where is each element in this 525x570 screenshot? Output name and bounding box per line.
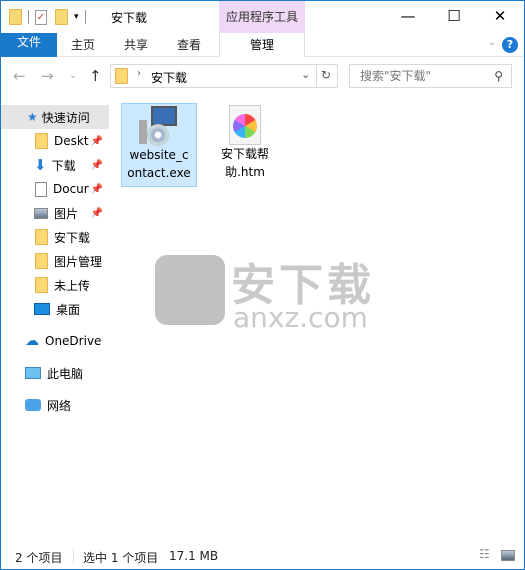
sidebar-item-quick-access[interactable]: ★ 快速访问	[1, 105, 109, 129]
installer-icon	[137, 106, 181, 146]
document-icon	[35, 181, 47, 197]
sidebar-item-label: 快速访问	[41, 110, 90, 125]
help-icon[interactable]: ?	[502, 37, 518, 53]
divider	[316, 65, 317, 87]
properties-icon[interactable]: ✓	[35, 9, 47, 25]
ribbon: 文件 主页 共享 查看 管理 ⌄ ?	[1, 33, 524, 57]
watermark: 安下载 anxz.com	[155, 245, 375, 335]
file-list: website_c ontact.exe 安下载帮 助.htm 安下载 anxz…	[109, 99, 524, 539]
folder-icon	[115, 68, 128, 84]
cloud-icon: ☁	[25, 333, 39, 349]
address-bar[interactable]: › 安下载 ⌄ ↻	[110, 64, 338, 88]
sidebar-item-pictures[interactable]: 图片 📌	[1, 201, 109, 225]
sidebar-item-anxz[interactable]: 安下载	[1, 225, 109, 249]
customize-dropdown-icon[interactable]: ▾	[74, 12, 79, 22]
folder-icon	[35, 133, 48, 149]
selected-count: 选中 1 个项目	[83, 551, 159, 565]
file-name-line2: ontact.exe	[127, 166, 191, 180]
tab-manage-label: 管理	[249, 38, 274, 52]
file-name-line1: website_c	[129, 148, 189, 162]
sidebar-item-this-pc[interactable]: 此电脑	[1, 361, 109, 385]
file-item[interactable]: 安下载帮 助.htm	[207, 103, 283, 187]
file-name-line2: 助.htm	[225, 165, 265, 179]
minimize-button[interactable]: —	[385, 1, 431, 31]
context-tab-app-tools[interactable]: 应用程序工具	[219, 1, 305, 33]
tab-file[interactable]: 文件	[1, 33, 57, 57]
window-title: 安下载	[111, 11, 148, 25]
close-button[interactable]: ✕	[477, 1, 523, 31]
sidebar-item-desktop-cn[interactable]: 桌面	[1, 297, 109, 321]
sidebar-item-onedrive[interactable]: ☁ OneDrive	[1, 329, 109, 353]
sidebar-item-label: 图片	[54, 206, 79, 221]
forward-button[interactable]: →	[41, 67, 54, 85]
search-input[interactable]: 搜索"安下载" ⚲	[349, 64, 512, 88]
file-item[interactable]: website_c ontact.exe	[121, 103, 197, 187]
refresh-icon[interactable]: ↻	[321, 68, 331, 82]
sidebar-item-label: Docur	[53, 182, 89, 196]
search-icon: ⚲	[494, 69, 503, 83]
sidebar-item-label: 此电脑	[47, 366, 84, 381]
breadcrumb-current[interactable]: 安下载	[151, 69, 187, 86]
sidebar-item-desktop[interactable]: Deskt 📌	[1, 129, 109, 153]
sidebar-item-label: 下载	[51, 158, 76, 173]
download-icon: ⬇	[34, 156, 47, 174]
html-file-icon	[229, 105, 261, 145]
details-view-icon[interactable]: ☷	[479, 547, 490, 561]
divider	[73, 549, 74, 563]
tab-home[interactable]: 主页	[61, 33, 105, 57]
sidebar-item-label: Deskt	[54, 134, 89, 148]
tab-view[interactable]: 查看	[167, 33, 211, 57]
maximize-button[interactable]: ☐	[431, 1, 477, 31]
pin-icon[interactable]: 📌	[91, 208, 103, 219]
divider	[84, 10, 86, 24]
sidebar-item-label: 未上传	[54, 278, 91, 293]
new-folder-icon[interactable]	[55, 9, 68, 25]
selected-size: 17.1 MB	[169, 549, 219, 563]
status-bar: 2 个项目 选中 1 个项目 17.1 MB ☷	[1, 543, 524, 569]
sidebar-item-downloads[interactable]: ⬇ 下载 📌	[1, 153, 109, 177]
up-button[interactable]: ↑	[89, 67, 102, 85]
network-icon	[25, 399, 41, 411]
star-icon: ★	[27, 110, 38, 124]
title-bar: ✓ ▾ 安下载 应用程序工具 — ☐ ✕	[1, 1, 524, 33]
tab-share[interactable]: 共享	[114, 33, 158, 57]
address-dropdown-icon[interactable]: ⌄	[301, 68, 310, 81]
watermark-text-en: anxz.com	[233, 301, 368, 334]
quick-access-toolbar: ✓ ▾	[9, 8, 92, 26]
pictures-icon	[34, 207, 48, 219]
sidebar-item-network[interactable]: 网络	[1, 393, 109, 417]
sidebar-item-picture-manage[interactable]: 图片管理	[1, 249, 109, 273]
divider	[28, 10, 29, 24]
sidebar-item-not-uploaded[interactable]: 未上传	[1, 273, 109, 297]
tab-manage[interactable]: 管理	[219, 33, 305, 57]
navigation-bar: ← → ⌄ ↑ › 安下载 ⌄ ↻ 搜索"安下载" ⚲	[1, 57, 524, 97]
sidebar-item-label: 桌面	[56, 302, 81, 317]
navigation-pane: ★ 快速访问 Deskt 📌 ⬇ 下载 📌 Docur 📌 图片 📌 安下载 图…	[1, 99, 109, 539]
sidebar-item-label: OneDrive	[45, 334, 102, 348]
search-placeholder: 搜索"安下载"	[360, 69, 432, 83]
ribbon-expand-icon[interactable]: ⌄	[488, 37, 496, 48]
computer-icon	[25, 367, 41, 379]
sidebar-item-documents[interactable]: Docur 📌	[1, 177, 109, 201]
file-name-line1: 安下载帮	[220, 147, 269, 161]
pin-icon[interactable]: 📌	[91, 160, 103, 171]
watermark-bag-icon	[155, 255, 225, 325]
sidebar-item-label: 安下载	[54, 230, 91, 245]
recent-dropdown-icon[interactable]: ⌄	[69, 70, 77, 81]
sidebar-item-label: 图片管理	[54, 254, 103, 269]
desktop-icon	[34, 303, 50, 315]
large-icons-view-icon[interactable]	[501, 550, 515, 561]
back-button[interactable]: ←	[13, 67, 26, 85]
folder-icon	[35, 253, 48, 269]
folder-icon	[35, 277, 48, 293]
pin-icon[interactable]: 📌	[91, 136, 103, 147]
folder-icon	[35, 229, 48, 245]
folder-icon	[9, 9, 22, 25]
item-count: 2 个项目	[15, 551, 63, 565]
sidebar-item-label: 网络	[47, 398, 72, 413]
breadcrumb-chevron-icon: ›	[137, 68, 141, 79]
pin-icon[interactable]: 📌	[91, 184, 103, 195]
